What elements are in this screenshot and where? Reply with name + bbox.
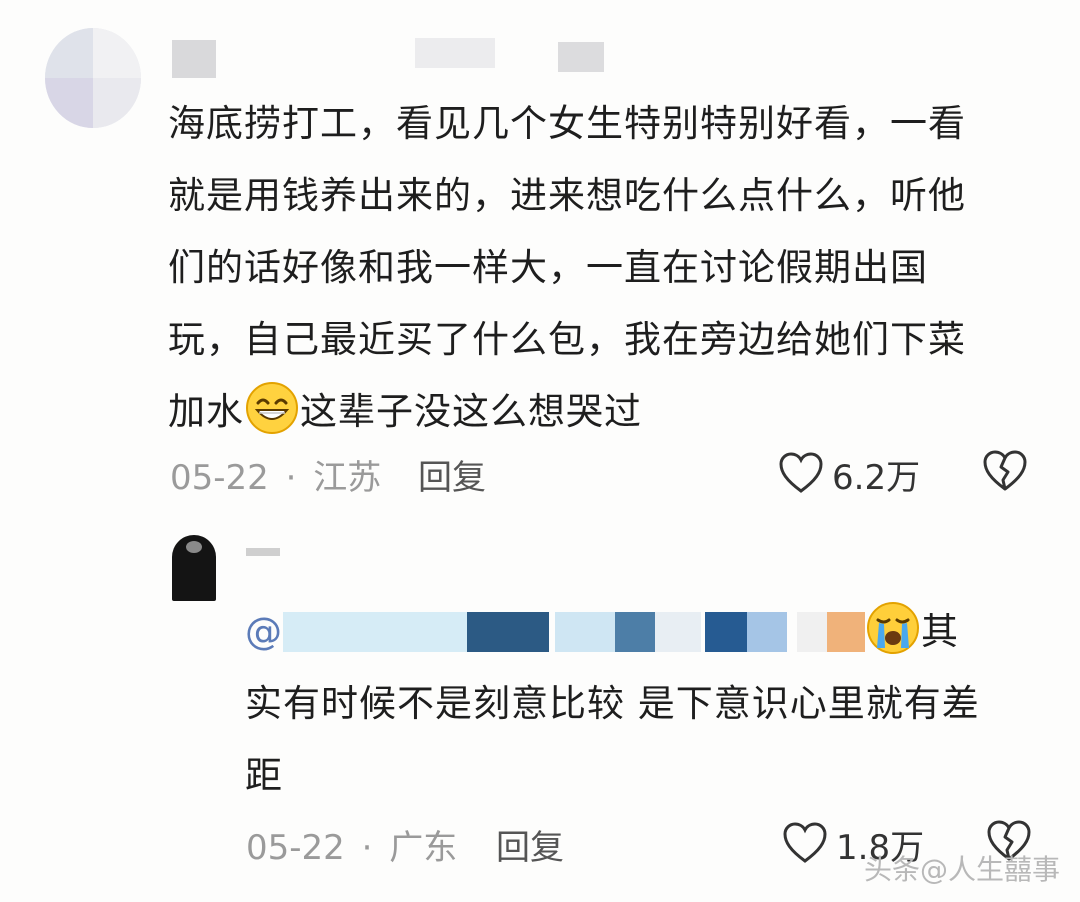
comment-location: 江苏 [313,458,382,498]
watermark: 头条@人生囍事 [863,853,1060,886]
comment-line: 们的话好像和我一样大，一直在讨论假期出国 [168,246,928,289]
comment-line-segment: 加水 [168,390,244,433]
meta-separator: · [285,458,297,498]
mention-blurred [797,612,827,652]
mention-link[interactable]: @ [245,610,283,653]
reply-line-first: @ 其 [245,596,1045,668]
mention-blurred [555,612,615,652]
commenter-name-blurred-3 [558,42,604,72]
like-count: 6.2万 [832,458,921,498]
reply-button[interactable]: 回复 [418,450,486,499]
mention-blurred [615,612,655,652]
dislike-button[interactable] [982,450,1028,496]
commenter-avatar[interactable] [45,28,141,128]
like-button[interactable]: 6.2万 [778,448,928,498]
reply-line: 距 [245,754,283,797]
commenter-name-blurred[interactable] [172,40,216,78]
crying-emoji-icon [865,600,921,656]
replier-avatar[interactable] [172,535,216,601]
mention-blurred [747,612,787,652]
heart-icon [778,452,824,498]
comment-line: 海底捞打工，看见几个女生特别特别好看，一看 [168,102,966,145]
meta-separator: · [361,828,373,868]
comment-line-last: 加水 这辈子没这么想哭过 [168,376,1048,448]
mention-blurred [705,612,747,652]
comment-date: 05-22 [170,458,269,498]
comment-line: 玩，自己最近买了什么包，我在旁边给她们下菜 [168,318,966,361]
comment-body: 海底捞打工，看见几个女生特别特别好看，一看 就是用钱养出来的，进来想吃什么点什么… [168,88,1048,448]
heart-icon [782,822,828,868]
mention-blurred [655,612,701,652]
comment-line: 就是用钱养出来的，进来想吃什么点什么，听他 [168,174,966,217]
reply-date: 05-22 [246,828,345,868]
grin-sweat-emoji-icon [244,380,300,436]
comment-meta: 05-22 · 江苏 [170,450,381,499]
reply-body: @ 其 实有时候不是刻意比较 是下意识心里就有差 距 [245,596,1045,812]
reply-meta: 05-22 · 广东 [246,820,457,869]
commenter-name-blurred-2 [415,38,495,68]
mention-blurred [827,612,865,652]
mention-blurred [283,612,467,652]
broken-heart-icon [982,450,1028,496]
reply-line: 实有时候不是刻意比较 是下意识心里就有差 [245,682,980,725]
mention-blurred [467,612,549,652]
reply-location: 广东 [389,828,458,868]
replier-name-blurred[interactable] [246,548,280,556]
reply-line-segment: 其 [921,610,959,653]
comment-line-segment: 这辈子没这么想哭过 [300,390,642,433]
reply-reply-button[interactable]: 回复 [496,820,564,869]
